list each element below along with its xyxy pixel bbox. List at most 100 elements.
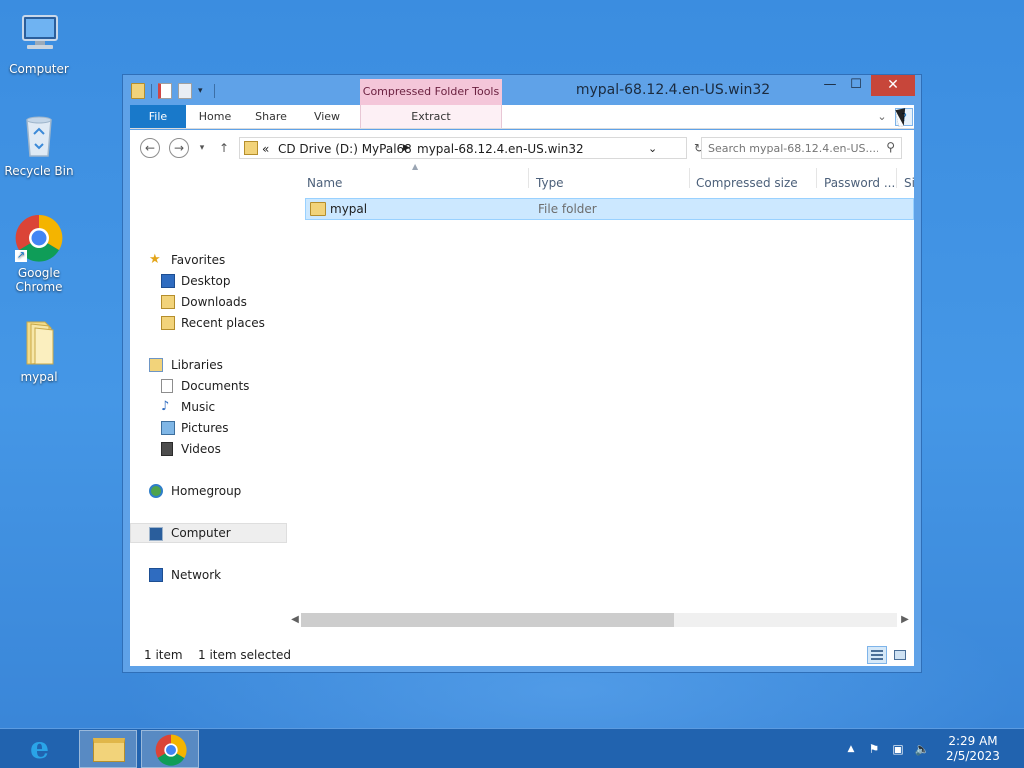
properties-icon[interactable] [158,83,172,99]
column-separator[interactable] [896,168,897,188]
videos-icon [161,442,173,456]
volume-muted-icon[interactable]: 🔈 [914,741,930,757]
horizontal-scrollbar[interactable]: ◀ ▶ [287,611,915,628]
nav-videos[interactable]: Videos [130,439,290,459]
computer-icon [15,10,63,58]
taskbar-file-explorer[interactable] [79,730,137,768]
table-row[interactable]: mypal File folder [305,198,914,220]
tab-file[interactable]: File [130,105,186,128]
new-folder-icon[interactable] [178,83,192,99]
customize-toolbar-chevron-icon[interactable]: ▾ [198,86,208,96]
breadcrumb-separator-icon[interactable]: ▶ [403,143,410,153]
taskbar-internet-explorer[interactable]: e [16,730,74,768]
quick-access-toolbar: ▾ [131,81,215,101]
music-icon: ♪ [161,399,170,414]
folder-icon[interactable] [131,83,145,99]
forward-button[interactable]: → [169,138,189,158]
column-header-password[interactable]: Password ... [824,176,895,196]
clock[interactable]: 2:29 AM 2/5/2023 [940,734,1006,764]
breadcrumb-segment-folder[interactable]: mypal-68.12.4.en-US.win32 [417,142,584,156]
navigation-pane: ★ Favorites Desktop Downloads Recent pla… [130,164,300,644]
desktop-icon [161,274,175,288]
nav-libraries[interactable]: Libraries [130,355,290,375]
desktop-icon-label: mypal [20,370,58,384]
status-bar: 1 item 1 item selected [130,644,914,666]
details-view-icon [871,650,883,660]
minimize-button[interactable]: — [817,75,843,96]
folder-icon [15,318,63,366]
desktop-icon-recycle-bin[interactable]: Recycle Bin [1,112,77,178]
column-header-name[interactable]: Name [307,176,342,196]
taskbar-google-chrome[interactable] [141,730,199,768]
selected-count: 1 item selected [198,648,292,662]
close-button[interactable]: ✕ [871,75,915,96]
desktop-icon-label: Google Chrome [15,266,63,294]
window-title: mypal-68.12.4.en-US.win32 [575,82,771,98]
scroll-thumb[interactable] [301,613,674,627]
column-header-size[interactable]: Si [904,176,915,196]
search-icon[interactable]: ⚲ [886,140,895,154]
tab-view[interactable]: View [302,105,352,128]
explorer-window: ▾ Compressed Folder Tools mypal-68.12.4.… [122,74,922,673]
desktop-icon-label: Recycle Bin [4,164,74,178]
file-type: File folder [538,202,597,216]
nav-downloads[interactable]: Downloads [130,292,290,312]
breadcrumb-overflow[interactable]: « [262,142,269,156]
address-bar[interactable]: « CD Drive (D:) MyPal68 ▶ mypal-68.12.4.… [239,137,687,159]
desktop-icon-computer[interactable]: Computer [1,10,77,76]
nav-recent-places[interactable]: Recent places [130,313,290,333]
nav-pictures[interactable]: Pictures [130,418,290,438]
shortcut-arrow-icon: ↗ [15,250,27,262]
ribbon-tabs: File Home Share View Extract ⌄ ? [130,105,914,129]
scroll-right-arrow-icon[interactable]: ▶ [899,611,911,628]
address-history-chevron-icon[interactable]: ⌄ [648,142,657,155]
sort-ascending-icon: ▲ [412,162,419,171]
search-input[interactable] [708,141,878,156]
column-header-compressed-size[interactable]: Compressed size [696,176,798,196]
column-separator[interactable] [689,168,690,188]
tab-share[interactable]: Share [246,105,296,128]
star-icon: ★ [149,252,161,267]
drive-icon [244,141,258,155]
nav-favorites[interactable]: ★ Favorites [130,250,290,270]
nav-documents[interactable]: Documents [130,376,290,396]
chrome-icon [155,734,187,768]
column-separator[interactable] [816,168,817,188]
tab-extract[interactable]: Extract [360,105,502,128]
back-button[interactable]: ← [140,138,160,158]
maximize-button[interactable]: ☐ [843,75,869,96]
item-count: 1 item [144,648,183,662]
title-bar[interactable]: ▾ Compressed Folder Tools mypal-68.12.4.… [123,75,921,105]
homegroup-icon [149,484,163,498]
context-tab-group-label: Compressed Folder Tools [360,79,502,105]
clock-date: 2/5/2023 [946,749,1000,763]
desktop-icon-google-chrome[interactable]: ↗ Google Chrome [1,214,77,294]
separator [214,84,215,98]
show-hidden-icons-chevron-icon[interactable]: ▲ [843,741,859,757]
downloads-icon [161,295,175,309]
nav-homegroup[interactable]: Homegroup [130,481,290,501]
search-box[interactable]: ⚲ [701,137,902,159]
details-view-button[interactable] [867,646,887,664]
network-icon[interactable]: ▣ [890,741,906,757]
nav-computer[interactable]: Computer [130,523,287,543]
recent-locations-chevron-icon[interactable]: ▾ [194,138,210,158]
breadcrumb-segment-drive[interactable]: CD Drive (D:) MyPal68 [278,142,412,156]
action-center-flag-icon[interactable]: ⚑ [866,741,882,757]
file-name: mypal [330,202,368,216]
tab-home[interactable]: Home [190,105,240,128]
up-button[interactable]: ↑ [216,138,232,158]
pictures-icon [161,421,175,435]
desktop-icon-label: Computer [9,62,69,76]
large-icons-view-button[interactable] [890,646,910,664]
recycle-bin-icon [15,112,63,160]
libraries-icon [149,358,163,372]
column-separator[interactable] [528,168,529,188]
expand-ribbon-chevron-icon[interactable]: ⌄ [873,108,891,126]
nav-network[interactable]: Network [130,565,290,585]
column-header-type[interactable]: Type [536,176,564,196]
desktop-icon-mypal[interactable]: mypal [1,318,77,384]
scroll-left-arrow-icon[interactable]: ◀ [289,611,301,628]
nav-music[interactable]: ♪ Music [130,397,290,417]
nav-desktop[interactable]: Desktop [130,271,290,291]
